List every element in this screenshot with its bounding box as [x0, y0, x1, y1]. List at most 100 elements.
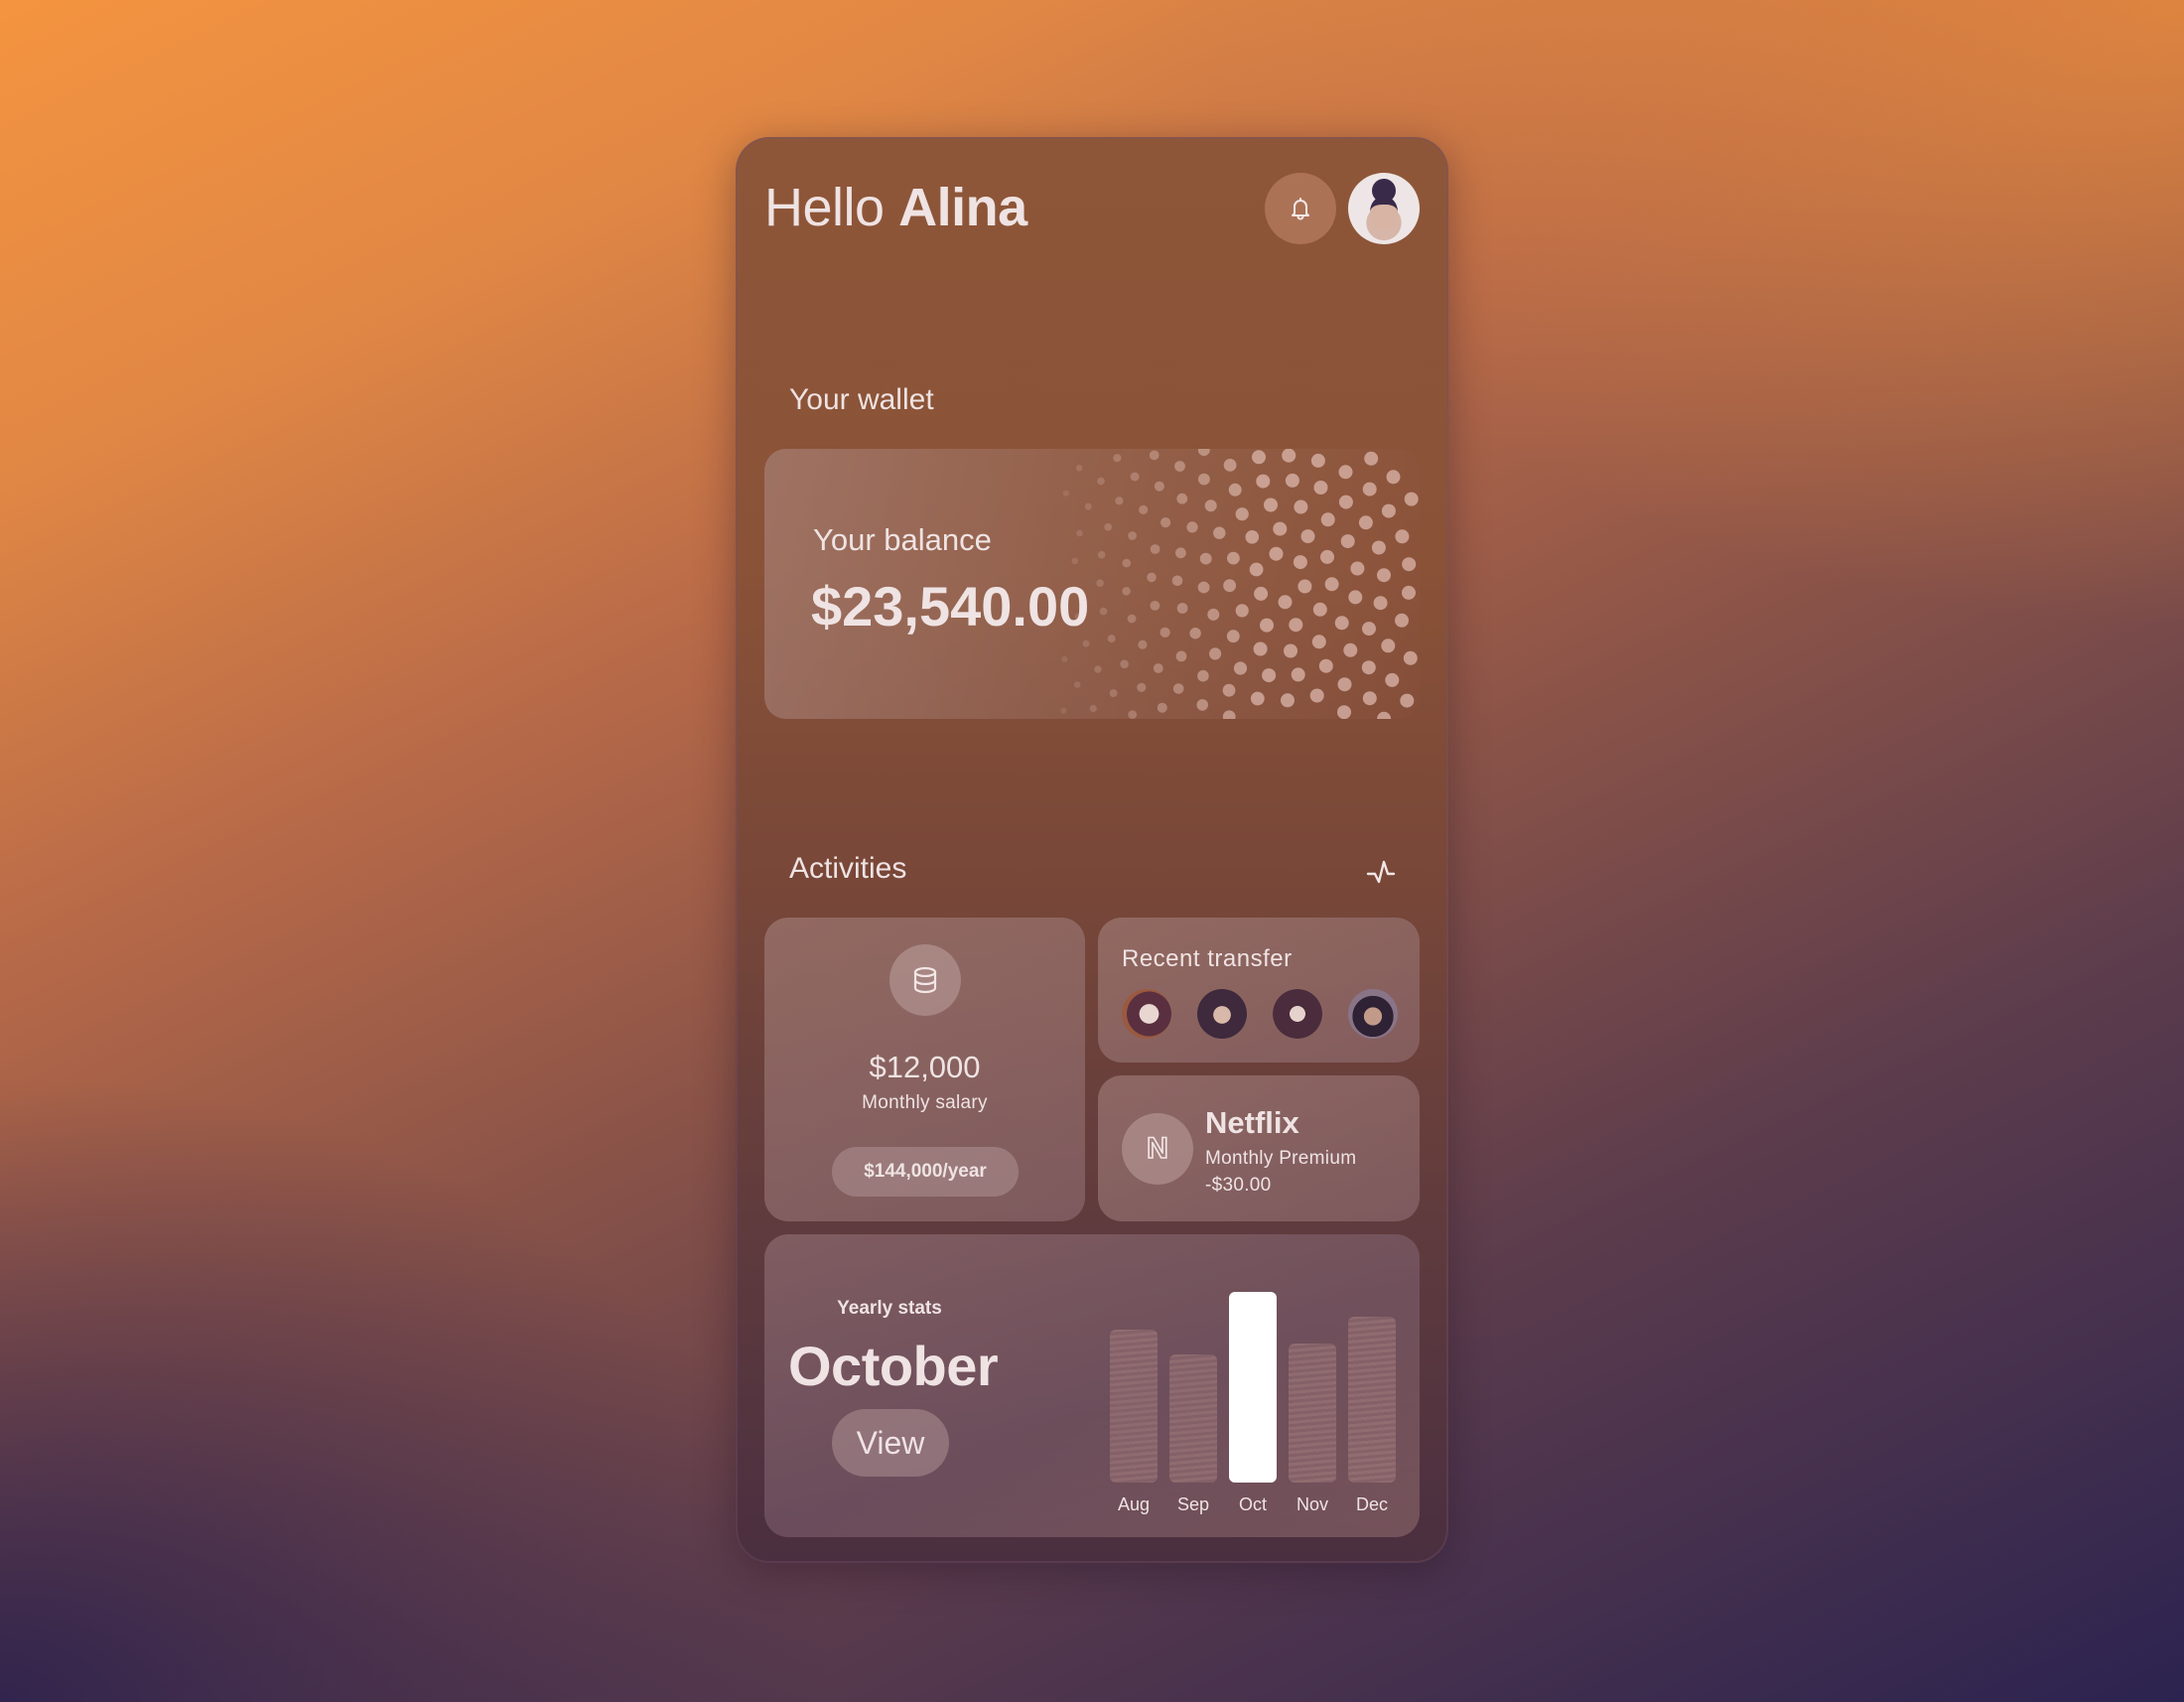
pattern-dot — [1361, 660, 1376, 675]
pattern-dot — [1334, 616, 1349, 631]
selected-month: October — [788, 1335, 999, 1397]
pattern-dot — [1223, 579, 1236, 593]
recent-contact-avatar[interactable] — [1197, 989, 1247, 1039]
pattern-dot — [1115, 496, 1124, 505]
subscription-plan: Monthly Premium — [1205, 1148, 1357, 1169]
recent-contact-avatar[interactable] — [1122, 989, 1171, 1039]
pattern-dot — [1311, 635, 1326, 649]
activities-section-title: Activities — [789, 852, 907, 885]
pattern-dot — [1174, 461, 1185, 472]
pattern-dot — [1269, 546, 1284, 561]
pattern-dot — [1199, 552, 1212, 565]
wallet-section-title: Your wallet — [789, 383, 934, 416]
netflix-subscription-card[interactable]: N Netflix Monthly Premium -$30.00 — [1098, 1075, 1420, 1221]
salary-amount: $12,000 — [869, 1050, 981, 1084]
pattern-dot — [1222, 710, 1236, 719]
bar-oct[interactable] — [1229, 1292, 1277, 1483]
pattern-dot — [1256, 474, 1271, 489]
pattern-dot — [1228, 483, 1242, 496]
pattern-dot — [1245, 530, 1260, 544]
pattern-dot — [1404, 492, 1419, 506]
user-avatar[interactable] — [1348, 173, 1420, 244]
pattern-dot — [1150, 601, 1160, 611]
pattern-dot — [1350, 561, 1365, 576]
pattern-dot — [1235, 604, 1249, 618]
yearly-salary-pill[interactable]: $144,000/year — [832, 1147, 1019, 1197]
pattern-dot — [1294, 499, 1308, 514]
pattern-dot — [1373, 596, 1388, 611]
pattern-dot — [1254, 586, 1269, 601]
recent-contact-avatar[interactable] — [1348, 989, 1398, 1039]
pattern-dot — [1213, 526, 1226, 539]
recent-transfer-card: Recent transfer — [1098, 918, 1420, 1063]
pattern-dot — [1320, 549, 1334, 564]
pattern-dot — [1278, 595, 1293, 610]
pattern-dot — [1281, 693, 1295, 708]
pattern-dot — [1150, 544, 1160, 554]
recent-contact-avatar[interactable] — [1273, 989, 1322, 1039]
bar-nov[interactable] — [1289, 1344, 1336, 1483]
pattern-dot — [1147, 572, 1157, 583]
pattern-dot — [1120, 659, 1129, 669]
pattern-dot — [1153, 663, 1163, 673]
pattern-dot — [1175, 547, 1186, 559]
avatar-face-shape — [1370, 197, 1398, 230]
pattern-dot — [1313, 481, 1328, 495]
activity-pulse-icon[interactable] — [1366, 858, 1396, 886]
pattern-dot — [1252, 450, 1266, 465]
pattern-dot — [1186, 521, 1198, 533]
pattern-dot — [1160, 627, 1170, 638]
pattern-dot — [1128, 710, 1138, 719]
pattern-dot — [1127, 614, 1137, 624]
pattern-dot — [1377, 568, 1391, 583]
bar-aug[interactable] — [1110, 1330, 1158, 1483]
pattern-dot — [1282, 449, 1297, 463]
balance-card[interactable]: Your balance $23,540.00 — [764, 449, 1420, 719]
pattern-dot — [1197, 581, 1210, 594]
pattern-dot — [1250, 691, 1265, 706]
pattern-dot — [1343, 642, 1358, 657]
pattern-dot — [1073, 681, 1081, 688]
pattern-dot — [1175, 650, 1187, 662]
pattern-dot — [1285, 473, 1299, 488]
pattern-dot — [1137, 682, 1147, 692]
pattern-dot — [1113, 454, 1122, 463]
view-stats-button[interactable]: View — [832, 1409, 949, 1477]
pattern-dot — [1154, 481, 1164, 492]
notifications-button[interactable] — [1265, 173, 1336, 244]
database-coins-icon — [913, 966, 937, 994]
pattern-dot — [1107, 635, 1116, 643]
salary-card[interactable]: $12,000 Monthly salary $144,000/year — [764, 918, 1085, 1221]
pattern-dot — [1071, 557, 1079, 565]
pattern-dot — [1096, 579, 1104, 587]
pattern-dot — [1099, 607, 1108, 616]
bar-dec[interactable] — [1348, 1317, 1396, 1483]
pattern-dot — [1227, 551, 1240, 565]
pattern-dot — [1160, 517, 1171, 528]
pattern-dot — [1249, 562, 1264, 577]
pattern-dot — [1089, 704, 1097, 713]
pattern-dot — [1157, 702, 1167, 713]
pattern-dot — [1128, 531, 1137, 540]
pattern-dot — [1223, 459, 1237, 472]
pattern-dot — [1362, 691, 1377, 706]
pattern-dot — [1062, 490, 1069, 496]
pattern-dot — [1362, 482, 1377, 496]
pattern-dot — [1310, 453, 1325, 468]
pattern-dot — [1176, 603, 1188, 614]
bar-sep[interactable] — [1169, 1354, 1217, 1483]
pattern-dot — [1381, 638, 1396, 653]
pattern-dot — [1207, 608, 1220, 621]
pattern-dot — [1293, 555, 1307, 570]
pattern-dot — [1076, 529, 1083, 537]
pattern-dot — [1324, 577, 1339, 592]
pattern-dot — [1381, 503, 1396, 518]
yearly-stats-label: Yearly stats — [837, 1298, 942, 1319]
recent-transfer-title: Recent transfer — [1122, 945, 1293, 972]
pattern-dot — [1338, 495, 1353, 509]
pattern-dot — [1337, 677, 1352, 692]
pattern-dot — [1371, 540, 1386, 555]
pattern-dot — [1320, 512, 1335, 527]
pattern-dot — [1084, 502, 1092, 510]
pattern-dot — [1171, 575, 1183, 587]
